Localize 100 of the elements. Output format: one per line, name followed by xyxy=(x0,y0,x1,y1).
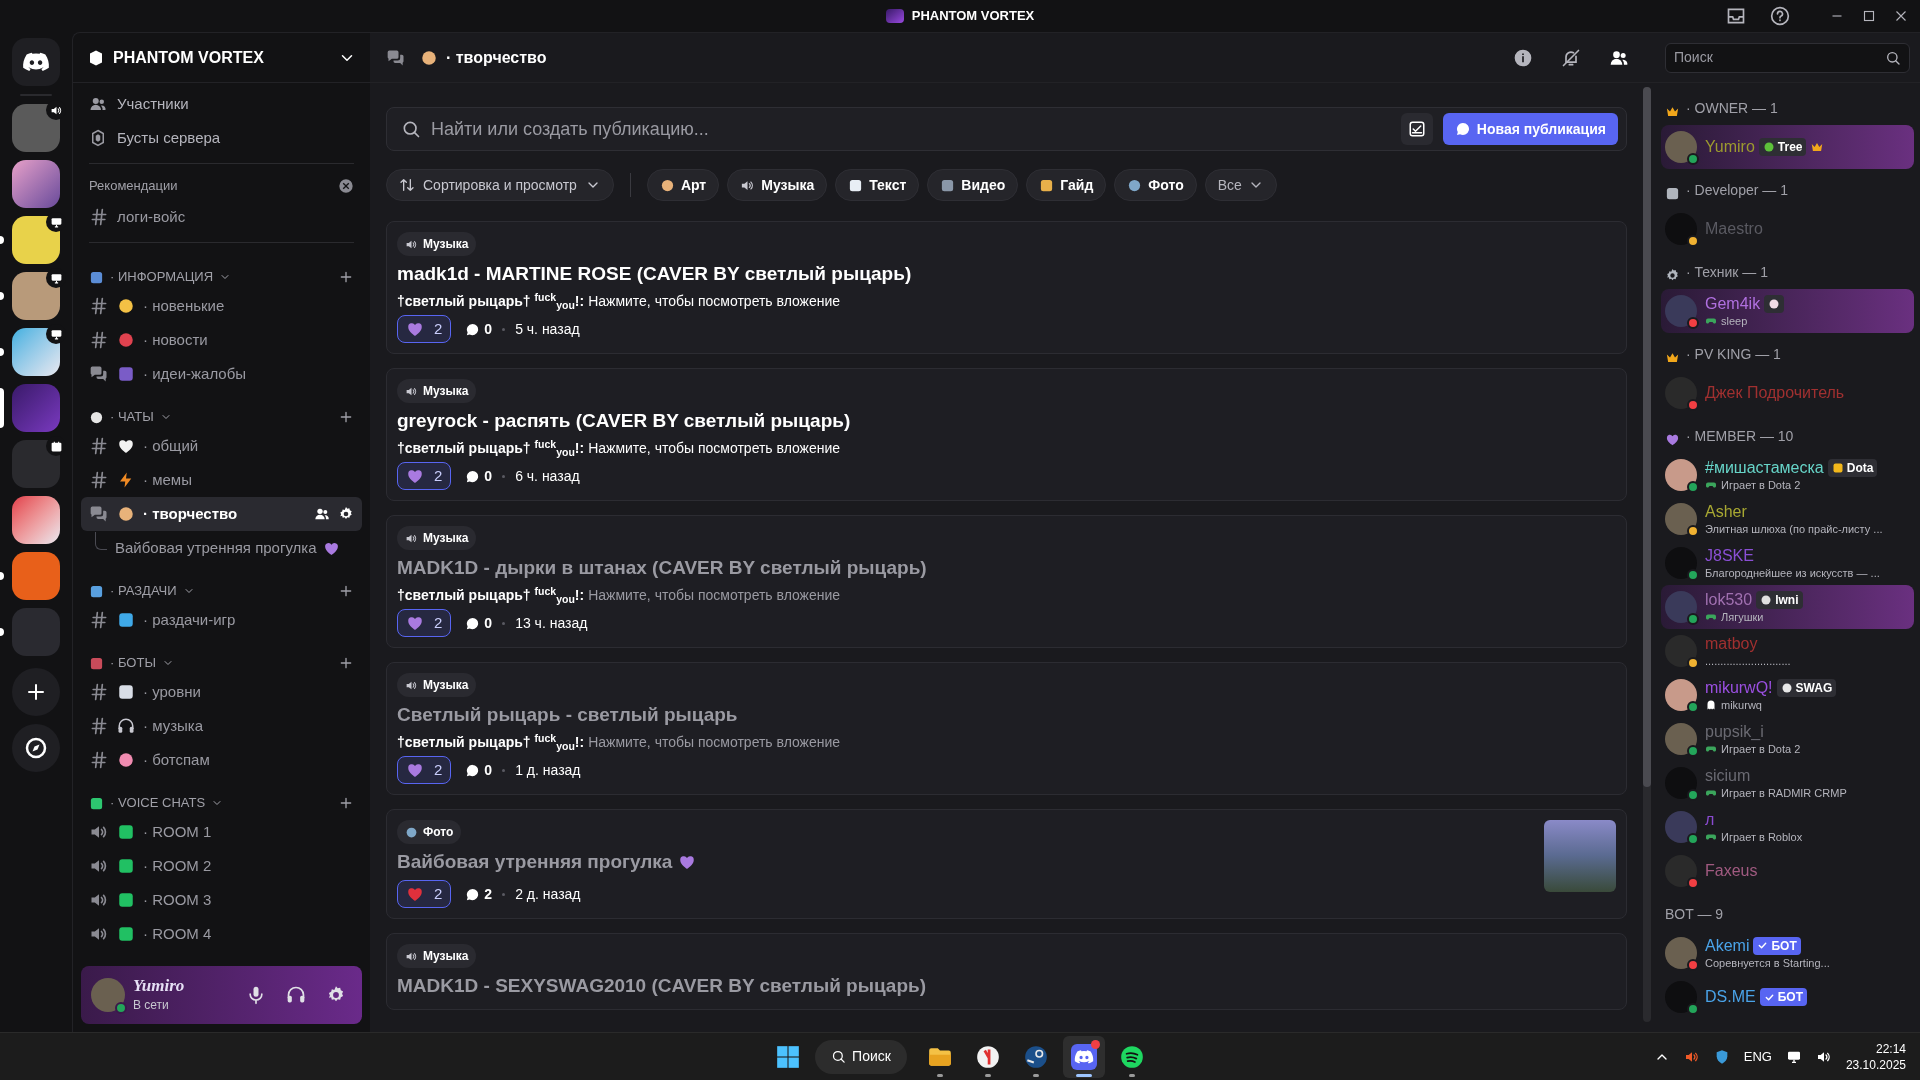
tag-filter[interactable]: Арт xyxy=(646,169,720,201)
channel-item[interactable]: · идеи-жалобы xyxy=(81,357,362,391)
channel-item[interactable]: · ROOM 1 xyxy=(81,815,362,849)
channel-item[interactable]: · общий xyxy=(81,429,362,463)
channel-item[interactable]: · творчество xyxy=(81,497,362,531)
channel-item[interactable]: · ROOM 2 xyxy=(81,849,362,883)
category-header[interactable]: · РАЗДАЧИ xyxy=(89,579,195,603)
channel-item[interactable]: · музыка xyxy=(81,709,362,743)
search-bar[interactable]: Поиск xyxy=(1665,42,1910,73)
tag-filter[interactable]: Гайд xyxy=(1026,169,1107,201)
plus-icon[interactable] xyxy=(338,269,354,285)
channel-item[interactable]: · новости xyxy=(81,323,362,357)
home-button[interactable] xyxy=(12,38,60,86)
post-card[interactable]: Музыка MADK1D - дырки в штанах (CAVER BY светлый рыцарь) †светлый рыцарь† $^{fuck}$$_{you}$!: Нажмите, чтобы посмотреть вложение 2 0 13 ч. назад xyxy=(386,515,1627,648)
member-item[interactable]: Asher Элитная шлюха (по прайс-листу ... xyxy=(1661,497,1914,541)
channel-item[interactable]: · раздачи-игр xyxy=(81,603,362,637)
member-item[interactable]: #мишастамеска Dota Играет в Dota 2 xyxy=(1661,453,1914,497)
taskbar-search[interactable]: Поиск xyxy=(815,1039,907,1074)
add-server-button[interactable] xyxy=(12,668,60,716)
plus-icon[interactable] xyxy=(338,583,354,599)
nav-item[interactable]: Участники xyxy=(81,87,362,121)
member-item[interactable]: DS.ME БОТ xyxy=(1661,975,1914,1019)
member-item[interactable]: Faxeus xyxy=(1661,849,1914,893)
tag-filter[interactable]: Фото xyxy=(1114,169,1197,201)
member-item[interactable]: Yumiro Tree xyxy=(1661,125,1914,169)
invite-icon[interactable] xyxy=(314,506,330,522)
taskbar-app[interactable] xyxy=(1062,1035,1105,1078)
post-card[interactable]: Музыка Светлый рыцарь - светлый рыцарь †светлый рыцарь† $^{fuck}$$_{you}$!: Нажмите, чтобы посмотреть вложение 2 0 1 д. назад xyxy=(386,662,1627,795)
channel-item[interactable]: · уровни xyxy=(81,675,362,709)
category-header[interactable]: · VOICE CHATS xyxy=(89,791,224,815)
microphone-icon[interactable] xyxy=(246,985,266,1005)
reaction-button[interactable]: 2 xyxy=(397,315,452,343)
post-card[interactable]: Фото Вайбовая утренняя прогулка 2 2 2 д. назад xyxy=(386,809,1627,919)
new-post-button[interactable]: Новая публикация xyxy=(1442,113,1618,145)
plus-icon[interactable] xyxy=(338,795,354,811)
channel-item[interactable]: · новенькие xyxy=(81,289,362,323)
plus-icon[interactable] xyxy=(338,655,354,671)
help-icon[interactable] xyxy=(1770,6,1790,26)
member-item[interactable]: sicium Играет в RADMIR CRMP xyxy=(1661,761,1914,805)
tag-filter[interactable]: Музыка xyxy=(727,169,828,201)
notifications-muted-icon[interactable] xyxy=(1561,47,1581,68)
server-icon[interactable] xyxy=(12,160,60,208)
windows-logo-icon[interactable] xyxy=(775,1043,802,1070)
channel-item[interactable]: · мемы xyxy=(81,463,362,497)
channel-item[interactable]: · ROOM 3 xyxy=(81,883,362,917)
tag-chip[interactable]: Фото xyxy=(397,820,462,844)
tag-chip[interactable]: Музыка xyxy=(397,379,477,403)
member-item[interactable]: J8SKE Благороднейшее из искусств — ... xyxy=(1661,541,1914,585)
server-icon[interactable] xyxy=(12,440,60,488)
search-bar[interactable]: Найти или создать публикацию... Новая публикация xyxy=(386,107,1627,151)
info-icon[interactable] xyxy=(1513,47,1533,68)
reaction-button[interactable]: 2 xyxy=(397,880,452,908)
tag-filter[interactable]: Текст xyxy=(835,169,920,201)
plus-icon[interactable] xyxy=(338,409,354,425)
post-card[interactable]: Музыка greyrock - распять (CAVER BY светлый рыцарь) †светлый рыцарь† $^{fuck}$$_{you}$!: Нажмите, чтобы посмотреть вложение 2 0 6 ч. назад xyxy=(386,368,1627,501)
headphones-icon[interactable] xyxy=(286,985,306,1005)
member-item[interactable]: Akemi БОТ Соревнуется в Starting... xyxy=(1661,931,1914,975)
member-item[interactable]: mikurwQ! SWAG mikurwq xyxy=(1661,673,1914,717)
clock-time[interactable]: 22:14 xyxy=(1875,1040,1906,1057)
sort-icon xyxy=(399,177,415,193)
member-item[interactable]: л Играет в Roblox xyxy=(1661,805,1914,849)
server-icon[interactable] xyxy=(12,272,60,320)
tag-chip[interactable]: Музыка xyxy=(397,673,477,697)
scrollbar[interactable] xyxy=(1643,87,1651,1022)
server-icon[interactable] xyxy=(12,328,60,376)
language-indicator[interactable]: ENG xyxy=(1743,1046,1772,1067)
reaction-button[interactable]: 2 xyxy=(397,756,452,784)
nav-item[interactable]: Бусты сервера xyxy=(81,121,362,155)
channel-item[interactable]: · ROOM 4 xyxy=(81,917,362,951)
member-item[interactable]: pupsik_i Играет в Dota 2 xyxy=(1661,717,1914,761)
explore-button[interactable] xyxy=(12,724,60,772)
post-card[interactable]: Музыка madk1d - MARTINE ROSE (CAVER BY светлый рыцарь) †светлый рыцарь† $^{fuck}$$_{you}$!: Нажмите, чтобы посмотреть вложение 2 0 5 ч. назад xyxy=(386,221,1627,354)
channel-item[interactable]: логи-войс xyxy=(81,200,362,234)
channel-item[interactable]: · ботспам xyxy=(81,743,362,777)
view-button[interactable] xyxy=(1400,113,1433,145)
server-name[interactable]: PHANTOM VORTEX xyxy=(113,45,330,70)
member-item[interactable]: lok530 lwni Лягушки xyxy=(1661,585,1914,629)
tag-chip[interactable]: Музыка xyxy=(397,526,477,550)
category-header[interactable]: · ЧАТЫ xyxy=(89,405,172,429)
tag-chip[interactable]: Музыка xyxy=(397,232,477,256)
tags-dropdown[interactable]: Все xyxy=(1204,169,1277,201)
tag-filter[interactable]: Видео xyxy=(927,169,1019,201)
crown-icon xyxy=(1665,104,1680,119)
thread-item[interactable]: Вайбовая утренняя прогулка xyxy=(107,533,348,563)
dismiss-icon[interactable] xyxy=(338,178,354,194)
reaction-button[interactable]: 2 xyxy=(397,462,452,490)
inbox-icon[interactable] xyxy=(1726,6,1746,26)
member-item[interactable]: matboy ............................ xyxy=(1661,629,1914,673)
clock-date[interactable]: 23.10.2025 xyxy=(1845,1056,1906,1073)
post-card[interactable]: Музыка MADK1D - SEXYSWAG2010 (CAVER BY светлый рыцарь) xyxy=(386,933,1627,1010)
sort-button[interactable]: Сортировка и просмотр xyxy=(386,169,614,201)
reaction-button[interactable]: 2 xyxy=(397,609,452,637)
server-icon[interactable] xyxy=(12,216,60,264)
search-field[interactable]: Поиск xyxy=(1674,47,1879,68)
tag-chip[interactable]: Музыка xyxy=(397,944,477,968)
category-header[interactable]: · ИНФОРМАЦИЯ xyxy=(89,265,232,289)
category-header[interactable]: · БОТЫ xyxy=(89,651,174,675)
member-item[interactable]: Gem4ik sleep xyxy=(1661,289,1914,333)
search-field[interactable]: Найти или создать публикацию... xyxy=(431,115,1391,143)
server-icon[interactable] xyxy=(12,496,60,544)
